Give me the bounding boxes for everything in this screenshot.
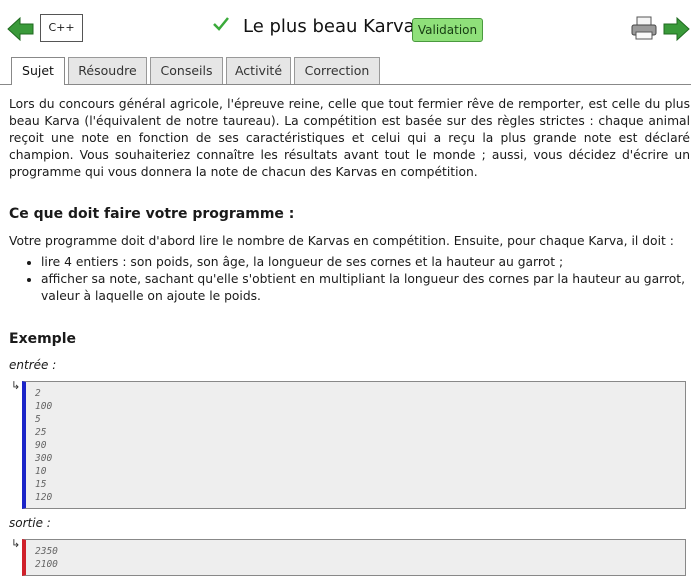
output-line: 2350 <box>35 546 58 557</box>
program-text: Votre programme doit d'abord lire le nom… <box>9 234 674 248</box>
input-line: 5 <box>35 414 41 425</box>
output-line: 2100 <box>35 559 58 570</box>
return-arrow-icon: ↳ <box>11 379 21 392</box>
tab-resoudre[interactable]: Résoudre <box>68 57 147 84</box>
validation-badge[interactable]: Validation <box>412 18 483 42</box>
intro-paragraph: Lors du concours général agricole, l'épr… <box>9 97 690 179</box>
check-icon <box>213 17 229 31</box>
top-bar: C++ Le plus beau Karva Validation <box>0 0 699 56</box>
input-line: 10 <box>35 466 47 477</box>
requirements-list: lire 4 entiers : son poids, son âge, la … <box>9 254 690 305</box>
statement-intro: Lors du concours général agricole, l'épr… <box>9 96 690 181</box>
tab-conseils[interactable]: Conseils <box>150 57 223 84</box>
input-line: 100 <box>35 401 53 412</box>
input-line: 25 <box>35 427 47 438</box>
page-title: Le plus beau Karva <box>243 16 415 37</box>
tabs-divider <box>0 84 691 85</box>
list-item: lire 4 entiers : son poids, son âge, la … <box>41 254 690 271</box>
list-item: afficher sa note, sachant qu'elle s'obti… <box>41 271 690 305</box>
printer-icon[interactable] <box>631 16 657 40</box>
arrow-right-icon[interactable] <box>662 16 690 42</box>
input-line: 15 <box>35 479 47 490</box>
input-line: 2 <box>35 388 41 399</box>
input-line: 300 <box>35 453 53 464</box>
input-label: entrée : <box>9 358 57 372</box>
output-label: sortie : <box>9 516 51 530</box>
arrow-left-icon[interactable] <box>7 16 35 42</box>
output-box: 2350 2100 <box>22 539 686 576</box>
tab-sujet[interactable]: Sujet <box>11 57 65 85</box>
tab-activite[interactable]: Activité <box>226 57 291 84</box>
language-button[interactable]: C++ <box>40 14 83 42</box>
input-line: 120 <box>35 492 53 503</box>
input-line: 90 <box>35 440 47 451</box>
input-box: 2 100 5 25 90 300 10 15 120 <box>22 381 686 509</box>
example-heading: Exemple <box>9 331 76 347</box>
tab-correction[interactable]: Correction <box>294 57 380 84</box>
return-arrow-icon: ↳ <box>11 537 21 550</box>
program-heading: Ce que doit faire votre programme : <box>9 206 295 222</box>
